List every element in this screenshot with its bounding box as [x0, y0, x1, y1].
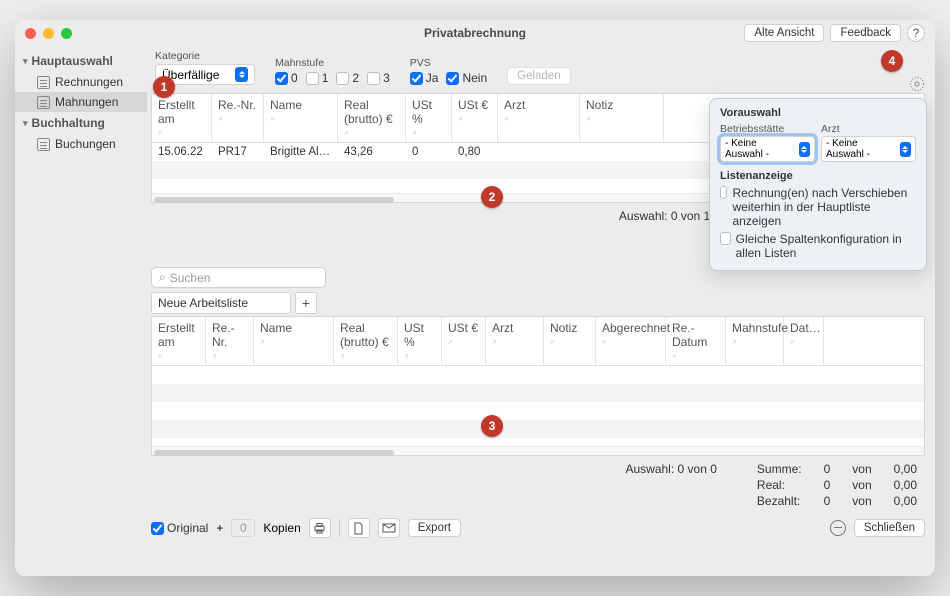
zoom-window-button[interactable]: [61, 28, 72, 39]
vorauswahl-heading: Vorauswahl: [720, 107, 916, 119]
sidebar: ▾Hauptauswahl Rechnungen Mahnungen ▾Buch…: [15, 46, 147, 576]
annotation-badge-3: 3: [481, 415, 503, 437]
col2-datum[interactable]: Dat…⌕: [784, 317, 824, 365]
close-button[interactable]: Schließen: [854, 519, 925, 537]
col-re-nr[interactable]: Re.-Nr.⌕: [212, 94, 264, 142]
col-ust-pct[interactable]: USt %⌕: [406, 94, 452, 142]
remove-button[interactable]: [830, 520, 846, 536]
col2-ust[interactable]: USt €⌕: [442, 317, 486, 365]
annotation-badge-2: 2: [481, 186, 503, 208]
mahnstufe-3-checkbox[interactable]: 3: [367, 71, 390, 85]
pvs-nein-checkbox[interactable]: Nein: [446, 71, 487, 85]
list-icon: [37, 138, 50, 151]
kategorie-label: Kategorie: [155, 50, 255, 62]
annotation-badge-1: 1: [153, 76, 175, 98]
col-ust[interactable]: USt €⌕: [452, 94, 498, 142]
minimize-window-button[interactable]: [43, 28, 54, 39]
export-button[interactable]: Export: [408, 519, 461, 537]
mahnstufe-2-checkbox[interactable]: 2: [336, 71, 359, 85]
titlebar: Privatabrechnung Alte Ansicht Feedback ?: [15, 20, 935, 46]
help-button[interactable]: ?: [907, 24, 925, 42]
app-window: Privatabrechnung Alte Ansicht Feedback ?…: [15, 20, 935, 576]
geladen-button: Geladen: [507, 67, 570, 85]
col2-real[interactable]: Real (brutto) €⌕: [334, 317, 398, 365]
col-real-brutto[interactable]: Real (brutto) €⌕: [338, 94, 406, 142]
col-erstellt-am[interactable]: Erstellt am⌕: [152, 94, 212, 142]
sidebar-group-buchhaltung[interactable]: ▾Buchhaltung: [15, 112, 147, 134]
pvs-ja-checkbox[interactable]: Ja: [410, 71, 439, 85]
col2-arzt[interactable]: Arzt⌕: [486, 317, 544, 365]
select-arrow-icon: [900, 142, 911, 157]
col2-ust-pct[interactable]: USt %⌕: [398, 317, 442, 365]
pvs-label: PVS: [410, 57, 487, 69]
bottom-toolbar: Original + Kopien Export Schließen: [151, 510, 925, 538]
original-checkbox[interactable]: Original: [151, 521, 208, 535]
search-input[interactable]: ⌕ Suchen: [151, 267, 326, 288]
mahnstufe-1-checkbox[interactable]: 1: [306, 71, 329, 85]
arzt-select[interactable]: - Keine Auswahl -: [821, 136, 916, 162]
col2-mahnstufe[interactable]: Mahnstufe⌕: [726, 317, 784, 365]
betriebsstaette-select[interactable]: - Keine Auswahl -: [720, 136, 815, 162]
document-button[interactable]: [348, 518, 370, 538]
select-arrow-icon: [235, 67, 248, 82]
listenanzeige-heading: Listenanzeige: [720, 170, 916, 182]
settings-gear-icon[interactable]: [909, 76, 925, 95]
window-controls: [25, 28, 72, 39]
opt-keep-in-mainlist-checkbox[interactable]: Rechnung(en) nach Verschieben weiterhin …: [720, 186, 916, 228]
close-window-button[interactable]: [25, 28, 36, 39]
mail-button[interactable]: [378, 518, 400, 538]
mahnstufe-label: Mahnstufe: [275, 57, 390, 69]
summary-2: Auswahl: 0 von 0 Summe:0von0,00 Real:0vo…: [151, 456, 925, 510]
worklist-table: Erstellt am⌕ Re.-Nr.⌕ Name⌕ Real (brutto…: [151, 316, 925, 456]
sidebar-item-rechnungen[interactable]: Rechnungen: [15, 72, 147, 92]
sidebar-item-buchungen[interactable]: Buchungen: [15, 134, 147, 154]
feedback-button[interactable]: Feedback: [830, 24, 901, 42]
alte-ansicht-button[interactable]: Alte Ansicht: [744, 24, 824, 42]
settings-popover: Vorauswahl Betriebsstätte - Keine Auswah…: [709, 98, 927, 271]
list-icon: [37, 96, 50, 109]
worklist-name-input[interactable]: [151, 292, 291, 314]
col2-notiz[interactable]: Notiz⌕: [544, 317, 596, 365]
col-notiz[interactable]: Notiz⌕: [580, 94, 664, 142]
chevron-down-icon: ▾: [23, 56, 28, 67]
mahnstufe-0-checkbox[interactable]: 0: [275, 71, 298, 85]
kopien-input[interactable]: [231, 519, 255, 537]
col2-re-datum[interactable]: Re.-Datum⌕: [666, 317, 726, 365]
col-name[interactable]: Name⌕: [264, 94, 338, 142]
list-icon: [37, 76, 50, 89]
col2-abgerechnet[interactable]: Abgerechnet⌕: [596, 317, 666, 365]
col2-name[interactable]: Name⌕: [254, 317, 334, 365]
col-arzt[interactable]: Arzt⌕: [498, 94, 580, 142]
select-arrow-icon: [799, 142, 810, 157]
col2-re-nr[interactable]: Re.-Nr.⌕: [206, 317, 254, 365]
search-icon: ⌕: [159, 270, 166, 285]
annotation-badge-4: 4: [881, 50, 903, 72]
chevron-down-icon: ▾: [23, 118, 28, 129]
horizontal-scrollbar-2[interactable]: [152, 446, 924, 455]
add-worklist-button[interactable]: +: [295, 292, 317, 314]
filter-bar: Kategorie Überfällige Mahnstufe 0 1 2 3 …: [151, 50, 925, 93]
sidebar-item-mahnungen[interactable]: Mahnungen: [15, 92, 147, 112]
print-button[interactable]: [309, 518, 331, 538]
opt-same-columns-checkbox[interactable]: Gleiche Spaltenkonfiguration in allen Li…: [720, 232, 916, 260]
sidebar-group-hauptauswahl[interactable]: ▾Hauptauswahl: [15, 50, 147, 72]
col2-erstellt-am[interactable]: Erstellt am⌕: [152, 317, 206, 365]
